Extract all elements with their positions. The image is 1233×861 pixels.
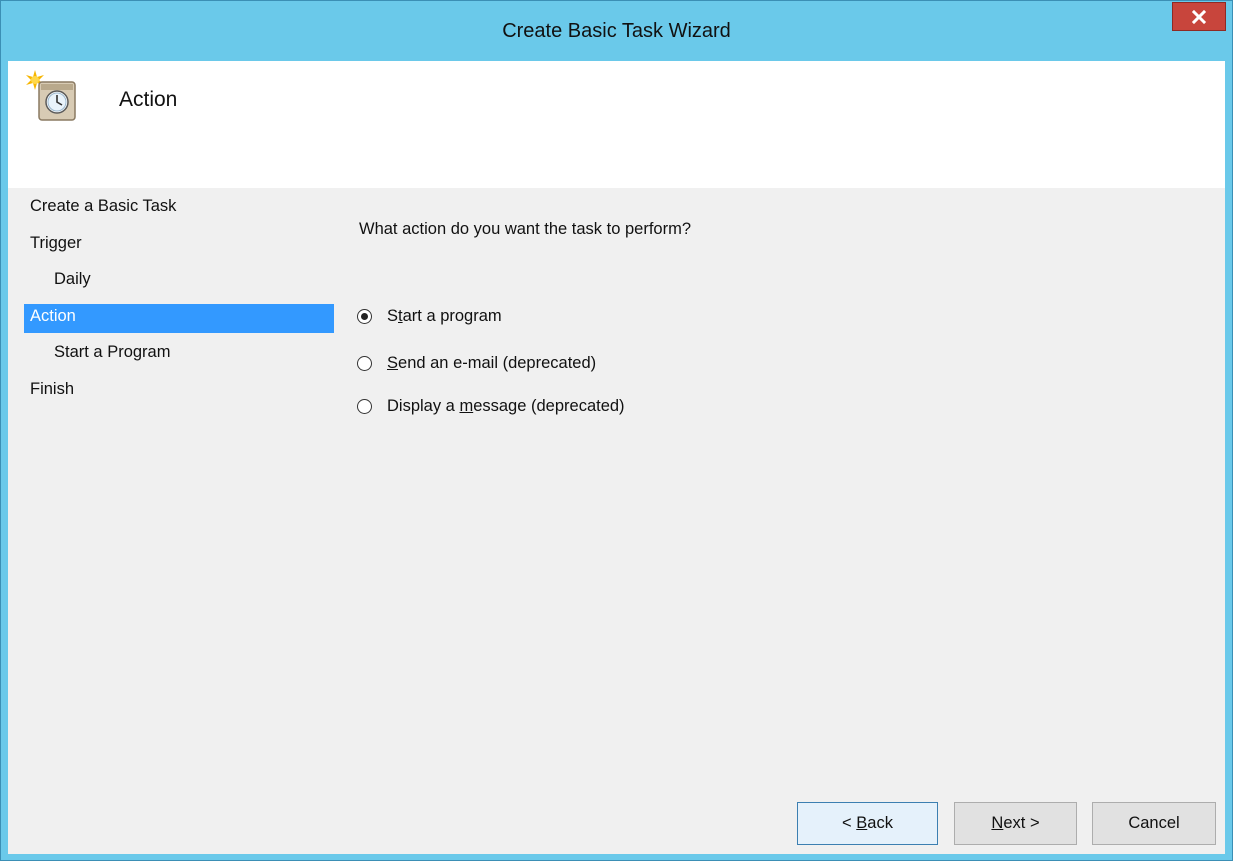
wizard-window: Create Basic Task Wizard Action Create a…: [0, 0, 1233, 861]
radio-label: Display a message (deprecated): [387, 397, 625, 415]
back-button[interactable]: < Back: [797, 802, 938, 845]
nav-step-action[interactable]: Action: [24, 303, 334, 333]
nav-step-daily[interactable]: Daily: [24, 267, 334, 304]
radio-label: Start a program: [387, 307, 502, 325]
nav-step-trigger[interactable]: Trigger: [24, 231, 334, 268]
next-button-label: Next >: [991, 814, 1040, 832]
nav-step-label: Create a Basic Task: [30, 197, 177, 215]
action-question: What action do you want the task to perf…: [359, 220, 692, 238]
nav-step-label: Start a Program: [54, 343, 171, 361]
wizard-steps-nav: Create a Basic Task Trigger Daily Action…: [24, 194, 334, 413]
nav-step-label: Daily: [54, 270, 91, 288]
radio-button[interactable]: [357, 356, 372, 371]
cancel-button-label: Cancel: [1128, 814, 1180, 832]
radio-label: Send an e-mail (deprecated): [387, 354, 597, 372]
nav-step-label: Action: [30, 306, 76, 325]
wizard-header: Action: [8, 61, 1225, 188]
nav-step-start-a-program[interactable]: Start a Program: [24, 340, 334, 377]
wizard-client-area: Action Create a Basic Task Trigger Daily…: [8, 61, 1225, 854]
title-bar[interactable]: Create Basic Task Wizard: [1, 1, 1232, 61]
nav-step-label: Finish: [30, 379, 75, 398]
window-title: Create Basic Task Wizard: [502, 20, 731, 42]
nav-step-label: Trigger: [30, 233, 82, 252]
close-button[interactable]: [1172, 2, 1226, 31]
page-title: Action: [119, 88, 178, 111]
radio-send-email[interactable]: Send an e-mail (deprecated): [357, 354, 596, 373]
radio-start-a-program[interactable]: Start a program: [357, 307, 502, 326]
radio-button[interactable]: [357, 399, 372, 414]
close-icon: [1192, 9, 1206, 24]
radio-display-message[interactable]: Display a message (deprecated): [357, 397, 625, 416]
radio-button-checked[interactable]: [357, 309, 372, 324]
back-button-label: < Back: [842, 814, 893, 832]
cancel-button[interactable]: Cancel: [1092, 802, 1216, 845]
nav-step-create-basic-task[interactable]: Create a Basic Task: [24, 194, 334, 231]
next-button[interactable]: Next >: [954, 802, 1077, 845]
nav-step-finish[interactable]: Finish: [24, 377, 334, 414]
task-scheduler-clock-icon: [26, 70, 76, 121]
